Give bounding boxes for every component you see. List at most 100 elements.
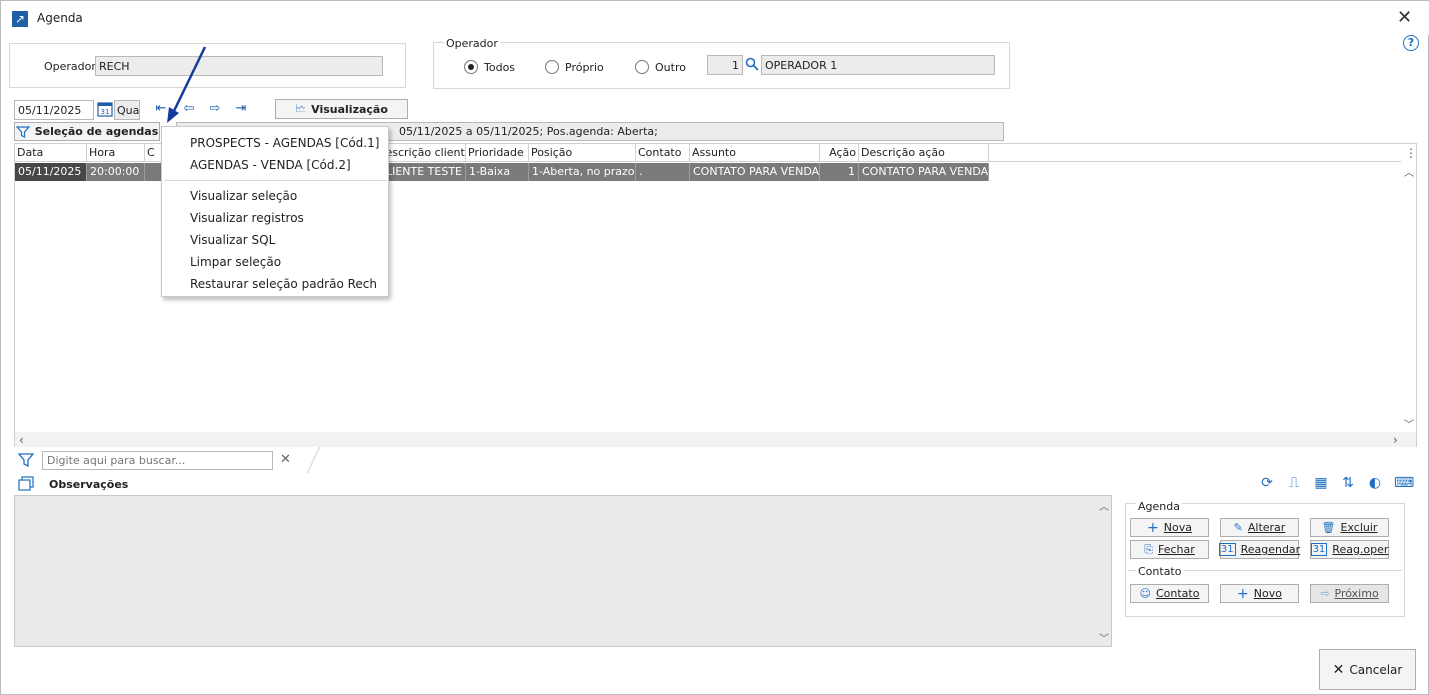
col-hora[interactable]: Hora [87,144,145,162]
cancel-icon: ✕ [1332,661,1345,678]
scroll-up-icon[interactable]: ︿ [1404,164,1414,179]
close-icon[interactable]: ✕ [1397,7,1412,28]
search-icon[interactable] [745,57,759,71]
menu-item-prospects[interactable]: PROSPECTS - AGENDAS [Cód.1] [190,136,379,150]
cell-hora: 20:00:00 [87,163,145,181]
vertical-scrollbar[interactable]: ︿ ﹀ [1401,162,1416,432]
annotation-arrow-icon [167,46,207,123]
alterar-label: Alterar [1247,521,1286,534]
contato-label: Contato [1155,587,1200,600]
col-posicao[interactable]: Posição [529,144,636,162]
reag-oper-button[interactable]: 31 Reag.oper [1310,540,1389,559]
observations-label: Observações [49,478,129,491]
close-doc-icon: ⎘ [1144,542,1154,556]
excluir-label: Excluir [1340,521,1378,534]
radio-proprio-label: Próprio [565,60,604,74]
observations-icon [18,476,34,491]
col-contato[interactable]: Contato [636,144,690,162]
proximo-label: Próximo [1334,587,1379,600]
app-icon: ↗ [12,11,28,27]
observations-area[interactable]: ︿ ﹀ [14,495,1112,647]
excluir-button[interactable]: 🗑 Excluir [1310,518,1389,537]
nova-button[interactable]: + Nova [1130,518,1209,537]
radio-todos-indicator [464,60,478,74]
chart-icon[interactable]: ⎍ [1286,475,1302,491]
person-icon: ☺ [1139,587,1151,600]
filter-icon [15,125,30,138]
horizontal-scrollbar[interactable]: ‹ › [15,432,1416,447]
operator-name-field[interactable]: OPERADOR 1 [761,55,995,75]
radio-outro[interactable]: Outro [635,60,686,74]
contato-button[interactable]: ☺ Contato [1130,584,1209,603]
obs-scroll-up-icon[interactable]: ︿ [1099,498,1109,513]
window-title: Agenda [37,11,83,25]
date-input[interactable]: 05/11/2025 [14,100,94,120]
weekday-field: Qua [114,100,140,120]
fechar-button[interactable]: ⎘ Fechar [1130,540,1209,559]
title-bar: ↗ Agenda ✕ [1,1,1429,35]
menu-item-visualizar-selecao[interactable]: Visualizar seleção [190,189,297,203]
col-prioridade[interactable]: Prioridade [466,144,529,162]
menu-item-limpar-selecao[interactable]: Limpar seleção [190,255,281,269]
arrow-right-icon: ⇨ [1320,587,1330,600]
reagendar-label: Reagendar [1240,543,1301,556]
novo-contato-button[interactable]: + Novo [1220,584,1299,603]
radio-proprio[interactable]: Próprio [545,60,604,74]
reag-oper-label: Reag.oper [1332,543,1389,556]
selection-dropdown-menu: PROSPECTS - AGENDAS [Cód.1] AGENDAS - VE… [161,126,389,297]
proximo-button[interactable]: ⇨ Próximo [1310,584,1389,603]
radio-todos[interactable]: Todos [464,60,515,74]
col-acao[interactable]: Ação [820,144,859,162]
search-input[interactable] [42,451,273,470]
palette-icon[interactable]: ◐ [1367,475,1383,491]
filter-row: ✕ [14,447,321,473]
edit-icon: ✎ [1233,521,1243,534]
radio-todos-label: Todos [484,60,516,74]
contato-section-title: Contato [1136,565,1184,578]
operator-field[interactable]: RECH [95,56,383,76]
cell-prioridade: 1-Baixa [466,163,529,181]
reagendar-button[interactable]: 31 Reagendar [1218,540,1301,559]
tab-divider [293,447,321,473]
col-descricao-acao[interactable]: Descrição ação [859,144,989,162]
fechar-label: Fechar [1158,543,1195,556]
cell-acao: 1 [820,163,859,181]
scroll-down-icon[interactable]: ﹀ [1404,416,1414,431]
filter-icon[interactable] [18,453,34,467]
calendar-icon[interactable]: 31 [97,101,113,117]
last-day-icon[interactable]: ⇥ [232,102,250,116]
scroll-left-icon[interactable]: ‹ [19,433,24,447]
column-options-icon[interactable]: ⋮ [1405,146,1417,160]
cancel-button[interactable]: ✕ Cancelar [1319,649,1416,690]
obs-scroll-down-icon[interactable]: ﹀ [1099,630,1109,645]
clear-search-icon[interactable]: ✕ [280,452,291,467]
menu-item-agendas-venda[interactable]: AGENDAS - VENDA [Cód.2] [190,158,351,172]
refresh-icon[interactable]: ⟳ [1259,475,1275,491]
menu-item-visualizar-registros[interactable]: Visualizar registros [190,211,304,225]
delete-icon: 🗑 [1321,521,1336,534]
radio-outro-indicator [635,60,649,74]
cancel-label: Cancelar [1349,662,1403,677]
visualization-label: Visualização [311,102,388,116]
menu-item-restaurar-selecao[interactable]: Restaurar seleção padrão Rech [190,277,377,291]
operator-group-title: Operador [444,37,500,50]
col-assunto[interactable]: Assunto [690,144,820,162]
keyboard-icon[interactable]: ⌨ [1394,475,1414,491]
sort-icon[interactable]: ⇅ [1340,475,1356,491]
help-icon[interactable]: ? [1403,35,1419,51]
alterar-button[interactable]: ✎ Alterar [1220,518,1299,537]
cell-posicao: 1-Aberta, no prazo [529,163,636,181]
menu-item-visualizar-sql[interactable]: Visualizar SQL [190,233,275,247]
col-data[interactable]: Data [15,144,87,162]
plus-icon: + [1147,519,1159,536]
cell-descricao-acao: CONTATO PARA VENDA [859,163,989,181]
selection-button[interactable]: Seleção de agendas [14,122,160,141]
layout-icon[interactable]: ▦ [1313,475,1329,491]
visualization-button[interactable]: 🗠 Visualização [275,99,408,119]
operator-group: Operador Todos Próprio Outro 1 OPERADOR … [433,37,1010,89]
operator-code-field[interactable]: 1 [707,55,743,75]
cell-contato: . [636,163,690,181]
scroll-right-icon[interactable]: › [1393,433,1398,447]
menu-separator [164,180,386,181]
radio-outro-label: Outro [655,60,686,74]
